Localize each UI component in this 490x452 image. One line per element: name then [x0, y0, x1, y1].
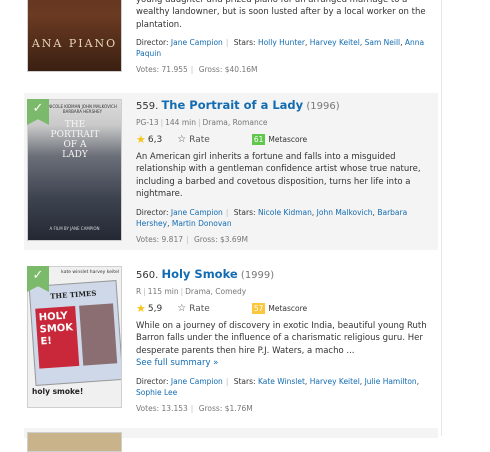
imdb-rating: 6,3 [147, 134, 163, 145]
poster-cast-text: NICOLE KIDMAN JOHN MALKOVICH BARBARA HER… [48, 104, 117, 114]
votes-label: Votes: [136, 403, 160, 413]
votes-gross: Votes: 13.153 | Gross: $1.76M [136, 403, 253, 413]
meta-row: R | 115 min | Drama, Comedy [136, 287, 247, 296]
star-link[interactable]: Nicole Kidman [258, 208, 312, 217]
star-link[interactable]: Sophie Lee [136, 388, 177, 397]
director-label: Director: [136, 376, 169, 386]
rank: 559. [136, 101, 159, 112]
metascore: 57 Metascore [251, 303, 308, 314]
description: While on a journey of discovery in exoti… [136, 320, 436, 370]
votes-label: Votes: [136, 234, 160, 244]
star-link[interactable]: Harvey Keitel [310, 377, 360, 386]
runtime: 144 min [165, 118, 196, 127]
poster-headline-block: HOLY SMOKE! [35, 305, 80, 369]
rate-button[interactable]: ☆ Rate [177, 303, 210, 314]
credits: Director: Jane Campion | Stars: Nicole Ki… [136, 207, 408, 228]
title-link[interactable]: Holy Smoke [161, 267, 237, 281]
poster-photo [79, 303, 118, 366]
credits: Director: Jane Campion | Stars: Holly Hun… [136, 38, 425, 59]
genre: Drama, Romance [202, 118, 268, 127]
star-link[interactable]: Holly Hunter [258, 38, 305, 47]
votes-label: Votes: [136, 65, 160, 75]
poster-title-text: ANA PIANO [31, 37, 118, 50]
director-link[interactable]: Jane Campion [171, 208, 223, 217]
star-link[interactable]: John Malkovich [317, 208, 373, 217]
stars-label: Stars: [233, 207, 256, 217]
star-outline-icon: ☆ [177, 303, 187, 314]
gross-value: $1.76M [224, 403, 253, 413]
certificate: PG-13 [136, 118, 159, 127]
poster-image[interactable]: ANA PIANO [27, 0, 122, 72]
metascore: 61 Metascore [251, 134, 308, 145]
metascore-badge: 57 [251, 303, 266, 314]
title-row: 559. The Portrait of a Lady (1996) [136, 98, 436, 114]
imdb-rating: 5,9 [147, 303, 163, 314]
gross-label: Gross: [198, 65, 223, 75]
director-link[interactable]: Jane Campion [171, 38, 223, 47]
director-label: Director: [136, 207, 169, 217]
poster-headline-text: HOLY SMOKE! [38, 310, 74, 348]
stars-label: Stars: [233, 376, 256, 386]
star-link[interactable]: Harvey Keitel [310, 38, 360, 47]
list-item: kate winslet harvey keitel THE TIMES HOL… [24, 260, 438, 418]
genre: Drama, Comedy [185, 287, 247, 296]
poster-masthead-text: THE TIMES [49, 288, 97, 301]
poster-newspaper: THE TIMES HOLY SMOKE! [28, 280, 121, 386]
votes-value: 13.153 [161, 403, 188, 413]
poster-bottom-text: holy smoke! [32, 387, 84, 396]
gross-value: $40.16M [224, 65, 258, 75]
check-icon: ✓ [32, 268, 44, 283]
runtime: 115 min [147, 287, 179, 296]
votes-value: 9.817 [161, 234, 184, 244]
metascore-label: Metascore [268, 135, 308, 144]
director-label: Director: [136, 38, 169, 48]
rate-button[interactable]: ☆ Rate [177, 134, 210, 145]
list-item: NICOLE KIDMAN JOHN MALKOVICH BARBARA HER… [24, 93, 438, 250]
metascore-label: Metascore [268, 304, 308, 313]
title-link[interactable]: The Portrait of a Lady [161, 98, 303, 112]
description-text: While on a journey of discovery in exoti… [136, 321, 427, 356]
description: An American girl inherits a fortune and … [136, 152, 421, 200]
description: young daughter and prized piano for an a… [136, 0, 426, 30]
star-icon: ★ [136, 302, 146, 315]
gross-label: Gross: [198, 403, 223, 413]
list-item [24, 428, 438, 452]
star-link[interactable]: Kate Winslet [258, 377, 305, 386]
year: (1996) [306, 101, 340, 112]
title-row: 560. Holy Smoke (1999) [136, 267, 436, 283]
stars-label: Stars: [233, 38, 256, 48]
votes-value: 71.955 [161, 65, 188, 75]
star-link[interactable]: Julie Hamilton [365, 377, 417, 386]
see-full-summary-link[interactable]: See full summary » [136, 358, 218, 368]
page-divider [441, 0, 442, 436]
rating-row: ★ 6,3 ☆ Rate 61 Metascore [136, 133, 436, 146]
votes-gross: Votes: 71.955 | Gross: $40.16M [136, 65, 258, 75]
gross-label: Gross: [193, 234, 218, 244]
star-link[interactable]: Sam Neill [365, 38, 401, 47]
check-icon: ✓ [32, 101, 44, 116]
star-outline-icon: ☆ [177, 134, 187, 145]
rate-label: Rate [189, 134, 210, 145]
metascore-badge: 61 [251, 134, 266, 145]
poster-credit-text: A FILM BY JANE CAMPION [49, 226, 100, 231]
rate-label: Rate [189, 303, 210, 314]
meta-row: PG-13 | 144 min | Drama, Romance [136, 118, 268, 127]
rating-row: ★ 5,9 ☆ Rate 57 Metascore [136, 302, 436, 315]
certificate: R [136, 287, 142, 296]
poster-title-text: THE PORTRAIT OF A LADY [50, 120, 100, 160]
list-item: ANA PIANO young daughter and prized pian… [24, 0, 438, 88]
star-icon: ★ [136, 133, 146, 146]
votes-gross: Votes: 9.817 | Gross: $3.69M [136, 234, 248, 244]
gross-value: $3.69M [220, 234, 248, 244]
poster-cast-text: kate winslet harvey keitel [61, 270, 119, 275]
rank: 560. [136, 270, 159, 281]
year: (1999) [240, 270, 275, 281]
director-link[interactable]: Jane Campion [171, 377, 223, 386]
poster-image[interactable] [27, 432, 122, 452]
star-link[interactable]: Martin Donovan [172, 219, 232, 228]
credits: Director: Jane Campion | Stars: Kate Wins… [136, 376, 420, 397]
